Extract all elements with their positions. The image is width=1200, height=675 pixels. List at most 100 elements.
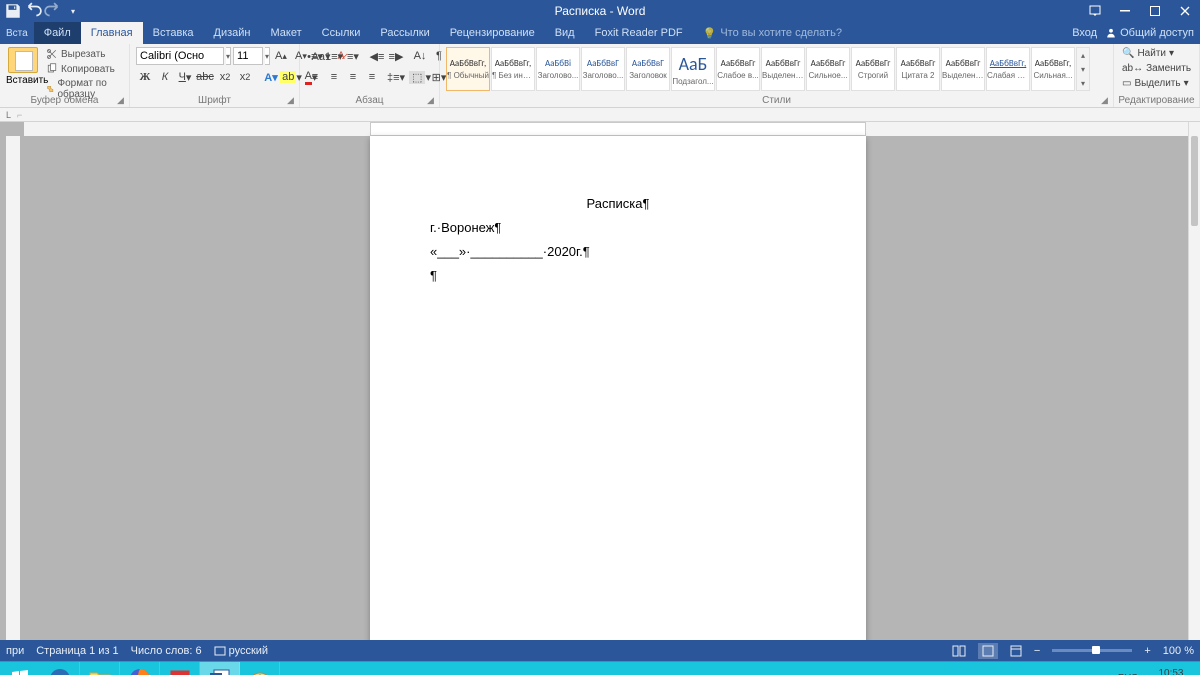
status-prefix[interactable]: при [6, 645, 24, 657]
superscript-button[interactable]: x2 [236, 68, 254, 86]
status-language[interactable]: русский [214, 645, 268, 657]
shading-button[interactable]: ⬚▾ [411, 68, 429, 86]
align-right-button[interactable]: ≡ [344, 68, 362, 86]
view-web-button[interactable] [1010, 645, 1022, 657]
multilevel-button[interactable]: ≡▾ [344, 47, 362, 65]
close-icon[interactable] [1170, 0, 1200, 22]
status-words[interactable]: Число слов: 6 [131, 645, 202, 657]
redo-icon[interactable] [44, 2, 62, 20]
style-item-0[interactable]: АаБбВвГг,¶ Обычный [446, 47, 490, 91]
view-read-button[interactable] [952, 645, 966, 657]
sort-button[interactable]: A↓ [411, 47, 429, 65]
minimize-icon[interactable] [1110, 0, 1140, 22]
doc-line-city[interactable]: г.·Воронеж¶ [430, 216, 806, 240]
align-center-button[interactable]: ≡ [325, 68, 343, 86]
doc-line-empty[interactable]: ¶ [430, 264, 806, 288]
dropdown-small[interactable]: Вста [0, 22, 34, 44]
undo-icon[interactable] [24, 2, 42, 20]
task-firefox[interactable] [120, 662, 160, 675]
style-item-6[interactable]: АаБбВвГгСлабое в... [716, 47, 760, 91]
qat-dropdown-icon[interactable]: ▾ [64, 2, 82, 20]
ribbon-options-icon[interactable] [1080, 0, 1110, 22]
underline-button[interactable]: Ч▾ [176, 68, 194, 86]
clipboard-dialog-icon[interactable]: ◢ [117, 95, 127, 105]
save-icon[interactable] [4, 2, 22, 20]
style-item-4[interactable]: АаБбВвГЗаголовок [626, 47, 670, 91]
scrollbar-thumb[interactable] [1191, 136, 1198, 226]
select-button[interactable]: ▭Выделить ▾ [1120, 77, 1193, 90]
cut-button[interactable]: Вырезать [44, 47, 123, 61]
zoom-slider[interactable] [1052, 649, 1132, 652]
font-name-input[interactable] [136, 47, 224, 65]
share-button[interactable]: Общий доступ [1105, 27, 1194, 39]
zoom-out-button[interactable]: − [1034, 645, 1040, 657]
style-item-10[interactable]: АаБбВвГгЦитата 2 [896, 47, 940, 91]
tab-layout[interactable]: Макет [261, 22, 312, 44]
italic-button[interactable]: К [156, 68, 174, 86]
tab-insert[interactable]: Вставка [143, 22, 204, 44]
style-item-13[interactable]: АаБбВвГг,Сильная... [1031, 47, 1075, 91]
horizontal-ruler[interactable] [370, 122, 866, 136]
increase-indent-button[interactable]: ≡▶ [387, 47, 405, 65]
styles-dialog-icon[interactable]: ◢ [1101, 95, 1111, 105]
tell-me-search[interactable]: 💡Что вы хотите сделать? [693, 22, 852, 44]
zoom-level[interactable]: 100 % [1163, 645, 1194, 657]
start-button[interactable] [0, 662, 40, 675]
align-left-button[interactable]: ≡ [306, 68, 324, 86]
page-content[interactable]: Расписка¶ г.·Воронеж¶ «___»·__________·2… [370, 136, 866, 288]
tab-foxit[interactable]: Foxit Reader PDF [585, 22, 693, 44]
text-effects-button[interactable]: A▾ [262, 68, 280, 86]
tab-references[interactable]: Ссылки [312, 22, 371, 44]
doc-title[interactable]: Расписка¶ [430, 192, 806, 216]
copy-button[interactable]: Копировать [44, 62, 123, 76]
style-item-2[interactable]: АаБбВіЗаголово... [536, 47, 580, 91]
style-item-8[interactable]: АаБбВвГгСильное... [806, 47, 850, 91]
zoom-in-button[interactable]: + [1144, 645, 1150, 657]
task-calendar[interactable] [160, 662, 200, 675]
vertical-scrollbar[interactable] [1188, 122, 1200, 640]
tab-view[interactable]: Вид [545, 22, 585, 44]
find-button[interactable]: 🔍Найти ▾ [1120, 47, 1193, 60]
grow-font-button[interactable]: A▴ [272, 47, 290, 65]
sign-in[interactable]: Вход [1072, 27, 1097, 39]
line-spacing-button[interactable]: ‡≡▾ [387, 68, 405, 86]
decrease-indent-button[interactable]: ◀≡ [368, 47, 386, 65]
font-name-dropdown-icon[interactable]: ▾ [226, 47, 231, 65]
task-word[interactable]: W [200, 662, 240, 675]
styles-more-icon[interactable]: ▾ [1077, 76, 1089, 90]
tab-stop-icon[interactable]: L [6, 110, 11, 120]
task-explorer[interactable] [80, 662, 120, 675]
replace-button[interactable]: ab↔Заменить [1120, 62, 1193, 75]
style-item-12[interactable]: АаБбВвГг,Слабая сс... [986, 47, 1030, 91]
style-item-1[interactable]: АаБбВвГг,¶ Без инте... [491, 47, 535, 91]
font-dialog-icon[interactable]: ◢ [287, 95, 297, 105]
maximize-icon[interactable] [1140, 0, 1170, 22]
font-size-input[interactable] [233, 47, 263, 65]
style-item-11[interactable]: АаБбВвГгВыделенн... [941, 47, 985, 91]
bullets-button[interactable]: •≡▾ [306, 47, 324, 65]
highlight-button[interactable]: ab▾ [282, 68, 300, 86]
styles-row-down-icon[interactable]: ▾ [1077, 62, 1089, 76]
bold-button[interactable]: Ж [136, 68, 154, 86]
subscript-button[interactable]: x2 [216, 68, 234, 86]
task-thunderbird[interactable] [40, 662, 80, 675]
vertical-ruler[interactable] [6, 136, 20, 640]
style-item-3[interactable]: АаБбВвГЗаголово... [581, 47, 625, 91]
tray-clock[interactable]: 10:53 24.01.2020 [1146, 668, 1196, 675]
tab-review[interactable]: Рецензирование [440, 22, 545, 44]
status-page[interactable]: Страница 1 из 1 [36, 645, 118, 657]
paragraph-dialog-icon[interactable]: ◢ [427, 95, 437, 105]
justify-button[interactable]: ≡ [363, 68, 381, 86]
numbering-button[interactable]: 1≡▾ [325, 47, 343, 65]
style-item-5[interactable]: АаБПодзагол... [671, 47, 715, 91]
styles-row-up-icon[interactable]: ▴ [1077, 48, 1089, 62]
task-paint[interactable] [240, 662, 280, 675]
tab-file[interactable]: Файл [34, 22, 81, 44]
strike-button[interactable]: abc [196, 68, 214, 86]
tab-home[interactable]: Главная [81, 22, 143, 44]
paste-button[interactable]: Вставить [6, 47, 40, 101]
font-size-dropdown-icon[interactable]: ▾ [265, 47, 270, 65]
document-page[interactable]: Расписка¶ г.·Воронеж¶ «___»·__________·2… [370, 136, 866, 640]
view-print-button[interactable] [978, 643, 998, 659]
tab-mailings[interactable]: Рассылки [370, 22, 439, 44]
